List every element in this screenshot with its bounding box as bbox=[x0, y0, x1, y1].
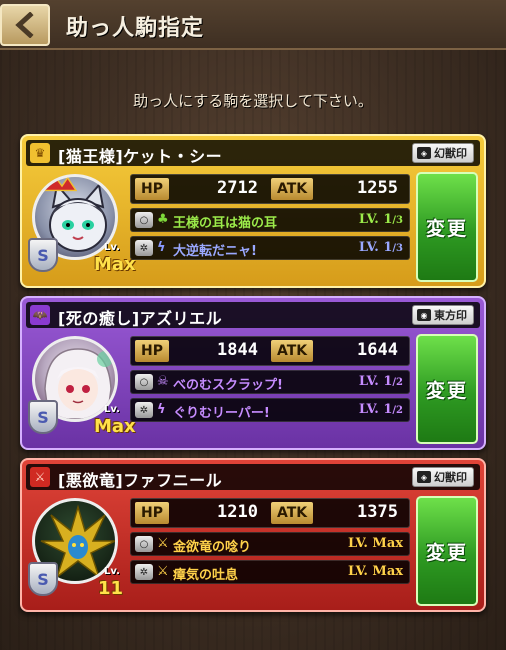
skill-row-1: ○ ♣ 王様の耳は猫の耳 LV. 1/3 bbox=[130, 208, 410, 232]
stats-row: HP 2712 ATK 1255 bbox=[130, 174, 410, 204]
skill-type-icon: ✲ bbox=[135, 240, 153, 256]
rank-shield: S bbox=[28, 562, 58, 596]
skill-name: 瘴気の吐息 bbox=[173, 568, 239, 583]
card-title-bar: ⚔ [悪欲竜]ファフニール ◈ 幻獣印 bbox=[26, 464, 480, 490]
change-button[interactable]: 変更 bbox=[416, 172, 478, 282]
skill-type-icon: ○ bbox=[135, 212, 153, 228]
skill-row-2: ✲ ϟ 大逆転だニャ! LV. 1/3 bbox=[130, 236, 410, 260]
rank-shield: S bbox=[28, 400, 58, 434]
atk-value: 1255 bbox=[357, 178, 398, 198]
seal-icon: ◈ bbox=[417, 471, 431, 483]
stats-row: HP 1844 ATK 1644 bbox=[130, 336, 410, 366]
character-portrait-area: S Lv. 11 bbox=[28, 496, 128, 606]
sword-icon: ⚔ bbox=[30, 467, 50, 487]
seal-icon: ◉ bbox=[417, 309, 431, 321]
level-value: 11 bbox=[98, 578, 124, 599]
skill-row-2: ✲ ⚔ 瘴気の吐息 LV. Max bbox=[130, 560, 410, 584]
helper-card-azrael[interactable]: 🦇 [死の癒し]アズリエル ◉ 東方印 S Lv. Max HP 1844 AT… bbox=[20, 296, 486, 450]
skill-name: べのむスクラップ! bbox=[173, 378, 283, 393]
skill-level: LV. 1/2 bbox=[358, 374, 403, 389]
seal-label: 幻獣印 bbox=[434, 147, 467, 160]
hp-value: 2712 bbox=[217, 178, 258, 198]
chevron-left-icon bbox=[15, 12, 34, 38]
level-label: Lv. bbox=[104, 404, 120, 415]
page-title: 助っ人駒指定 bbox=[66, 16, 205, 41]
level-label: Lv. bbox=[104, 242, 120, 253]
character-name: [死の癒し]アズリエル bbox=[58, 309, 223, 328]
bat-icon: 🦇 bbox=[30, 305, 50, 325]
lightning-icon: ϟ bbox=[157, 240, 166, 255]
seal-badge: ◉ 東方印 bbox=[412, 305, 474, 325]
character-portrait-area: S Lv. Max bbox=[28, 334, 136, 444]
stats-row: HP 1210 ATK 1375 bbox=[130, 498, 410, 528]
skill-name: 金欲竜の唸り bbox=[173, 540, 252, 555]
skill-row-2: ✲ ϟ ぐりむリーパー! LV. 1/2 bbox=[130, 398, 410, 422]
clover-icon: ♣ bbox=[157, 212, 169, 227]
skill-type-icon: ○ bbox=[135, 374, 153, 390]
seal-label: 幻獣印 bbox=[434, 471, 467, 484]
atk-value: 1375 bbox=[357, 502, 398, 522]
skill-level: LV. 1/3 bbox=[358, 212, 403, 227]
lightning-icon: ϟ bbox=[157, 402, 166, 417]
swords-icon: ⚔ bbox=[157, 536, 169, 551]
card-title-bar: 🦇 [死の癒し]アズリエル ◉ 東方印 bbox=[26, 302, 480, 328]
swords-icon: ⚔ bbox=[157, 564, 169, 579]
seal-label: 東方印 bbox=[434, 309, 467, 322]
skill-name: 王様の耳は猫の耳 bbox=[173, 216, 278, 231]
hp-label: HP bbox=[135, 178, 169, 200]
skill-level: LV. Max bbox=[347, 564, 403, 579]
atk-value: 1644 bbox=[357, 340, 398, 360]
instruction-text: 助っ人にする駒を選択して下さい。 bbox=[133, 92, 373, 110]
header-bar: 助っ人駒指定 bbox=[0, 0, 506, 50]
skill-type-icon: ✲ bbox=[135, 402, 153, 418]
hp-label: HP bbox=[135, 340, 169, 362]
skill-level: LV. 1/3 bbox=[358, 240, 403, 255]
atk-label: ATK bbox=[271, 502, 314, 524]
seal-badge: ◈ 幻獣印 bbox=[412, 467, 474, 487]
skull-icon: ☠ bbox=[157, 374, 169, 389]
hp-label: HP bbox=[135, 502, 169, 524]
skill-type-icon: ○ bbox=[135, 536, 153, 552]
skill-level: LV. 1/2 bbox=[358, 402, 403, 417]
skill-name: ぐりむリーパー! bbox=[173, 406, 270, 421]
back-button[interactable] bbox=[0, 4, 50, 46]
atk-label: ATK bbox=[271, 340, 314, 362]
change-button[interactable]: 変更 bbox=[416, 496, 478, 606]
character-name: [悪欲竜]ファフニール bbox=[58, 471, 223, 490]
skill-type-icon: ✲ bbox=[135, 564, 153, 580]
atk-label: ATK bbox=[271, 178, 314, 200]
rank-shield: S bbox=[28, 238, 58, 272]
seal-badge: ◈ 幻獣印 bbox=[412, 143, 474, 163]
change-button[interactable]: 変更 bbox=[416, 334, 478, 444]
character-name: [猫王様]ケット・シー bbox=[58, 147, 223, 166]
skill-row-1: ○ ⚔ 金欲竜の唸り LV. Max bbox=[130, 532, 410, 556]
skill-level: LV. Max bbox=[347, 536, 403, 551]
hp-value: 1210 bbox=[217, 502, 258, 522]
skill-row-1: ○ ☠ べのむスクラップ! LV. 1/2 bbox=[130, 370, 410, 394]
hp-value: 1844 bbox=[217, 340, 258, 360]
skill-name: 大逆転だニャ! bbox=[173, 244, 257, 259]
helper-card-fafnir[interactable]: ⚔ [悪欲竜]ファフニール ◈ 幻獣印 S Lv. 11 HP 1210 ATK… bbox=[20, 458, 486, 612]
level-label: Lv. bbox=[104, 566, 120, 577]
crown-icon: ♛ bbox=[30, 143, 50, 163]
card-title-bar: ♛ [猫王様]ケット・シー ◈ 幻獣印 bbox=[26, 140, 480, 166]
character-portrait-area: S Lv. Max bbox=[28, 172, 136, 282]
helper-card-cait-sith[interactable]: ♛ [猫王様]ケット・シー ◈ 幻獣印 S Lv. Max HP 2712 AT… bbox=[20, 134, 486, 288]
seal-icon: ◈ bbox=[417, 147, 431, 159]
